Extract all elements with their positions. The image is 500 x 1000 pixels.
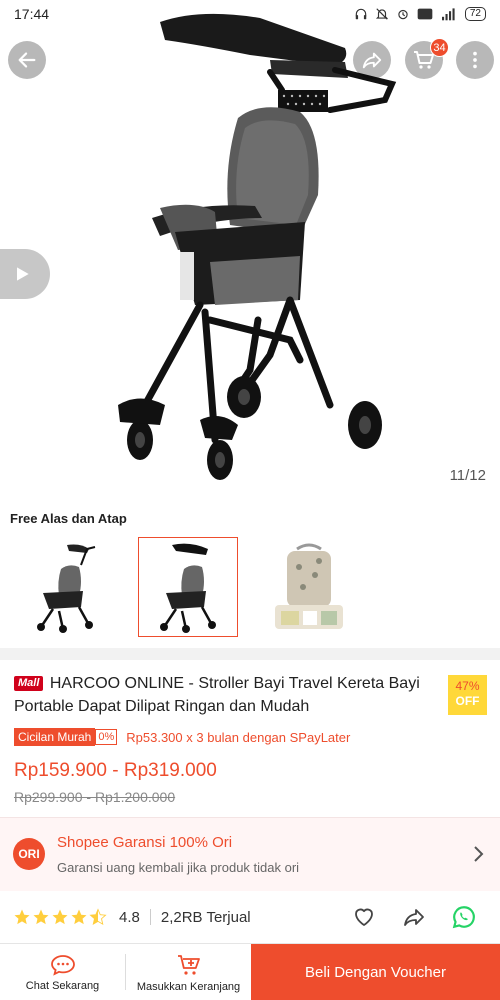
variation-thumbnails (17, 537, 359, 637)
status-time: 17:44 (14, 6, 50, 22)
play-video-button[interactable] (0, 249, 50, 299)
status-bar: 17:44 72 (0, 0, 500, 28)
share-arrow-icon (362, 52, 382, 69)
product-price: Rp159.900 - Rp319.000 (14, 760, 217, 781)
variation-thumb-stroller-1[interactable] (17, 537, 117, 637)
mall-badge: Mall (14, 676, 44, 691)
chat-now-label: Chat Sekarang (25, 979, 100, 992)
buy-with-voucher-button[interactable]: Beli Dengan Voucher (251, 944, 500, 1000)
mute-bell-icon (375, 8, 388, 20)
headphones-icon (355, 8, 367, 20)
whatsapp-share-button[interactable] (450, 903, 478, 931)
original-price: Rp299.900 - Rp1.200.000 (14, 789, 176, 805)
installment-badge: Cicilan Murah (14, 728, 96, 746)
ori-badge-icon: ORI (13, 838, 45, 870)
play-icon (17, 267, 29, 281)
variation-title: Free Alas dan Atap (10, 511, 127, 526)
cart-count-badge: 34 (430, 38, 449, 57)
volte-icon (417, 8, 433, 20)
product-image-gallery[interactable]: 34 11/12 (0, 0, 500, 500)
add-to-cart-label: Masukkan Keranjang (136, 980, 241, 993)
rating-row: 4.8 2,2RB Terjual (0, 891, 500, 943)
star-icon (52, 909, 68, 925)
half-star-icon (89, 908, 107, 926)
rating-stars (13, 908, 107, 926)
arrow-left-icon (18, 52, 36, 68)
buy-with-voucher-label: Beli Dengan Voucher (305, 963, 446, 981)
discount-tag: 47% OFF (448, 675, 487, 715)
add-to-cart-icon (177, 954, 200, 975)
installment-row[interactable]: Cicilan Murah 0% Rp53.300 x 3 bulan deng… (14, 728, 350, 746)
add-to-cart-button[interactable]: Masukkan Keranjang (126, 944, 251, 1000)
variation-thumb-diaper-bag[interactable] (259, 537, 359, 637)
share-icon (404, 909, 424, 926)
product-title: HARCOO ONLINE - Stroller Bayi Travel Ker… (14, 675, 420, 715)
share-product-button[interactable] (400, 903, 428, 931)
share-button[interactable] (353, 41, 391, 79)
image-counter: 11/12 (449, 467, 486, 484)
chat-icon (50, 954, 75, 976)
bottom-action-bar: Chat Sekarang Masukkan Keranjang Beli De… (0, 943, 500, 1000)
star-icon (33, 909, 49, 925)
stroller-canopy-thumbnail-image (160, 543, 216, 633)
product-title-block: Mall HARCOO ONLINE - Stroller Bayi Trave… (14, 672, 434, 718)
diaper-bag-thumbnail-image (275, 543, 343, 629)
product-actions (350, 903, 478, 931)
rating-separator (149, 909, 151, 925)
discount-off-label: OFF (455, 694, 480, 708)
more-vertical-icon (473, 51, 477, 69)
cart-button[interactable]: 34 (405, 38, 449, 79)
star-icon (14, 909, 30, 925)
guarantee-title: Shopee Garansi 100% Ori (57, 834, 233, 851)
alarm-icon (398, 9, 408, 20)
guarantee-banner[interactable]: ORI Shopee Garansi 100% Ori Garansi uang… (0, 817, 500, 891)
whatsapp-icon (452, 906, 475, 929)
signal-icon (441, 8, 455, 21)
star-icon (71, 909, 87, 925)
chevron-right-icon (474, 846, 484, 862)
section-divider (0, 648, 500, 660)
installment-text: Rp53.300 x 3 bulan dengan SPayLater (126, 729, 351, 745)
chat-now-button[interactable]: Chat Sekarang (0, 944, 125, 1000)
rating-value: 4.8 (119, 908, 140, 926)
more-options-button[interactable] (456, 41, 494, 79)
variation-thumb-stroller-2[interactable] (138, 537, 238, 637)
heart-icon (355, 908, 373, 926)
sold-count: 2,2RB Terjual (160, 908, 251, 926)
guarantee-description: Garansi uang kembali jika produk tidak o… (57, 860, 300, 875)
installment-rate: 0% (95, 729, 118, 745)
discount-percent: 47% (455, 679, 480, 693)
like-button[interactable] (350, 903, 378, 931)
back-button[interactable] (8, 41, 46, 79)
stroller-thumbnail-image (37, 544, 96, 633)
battery-level: 72 (464, 7, 486, 21)
